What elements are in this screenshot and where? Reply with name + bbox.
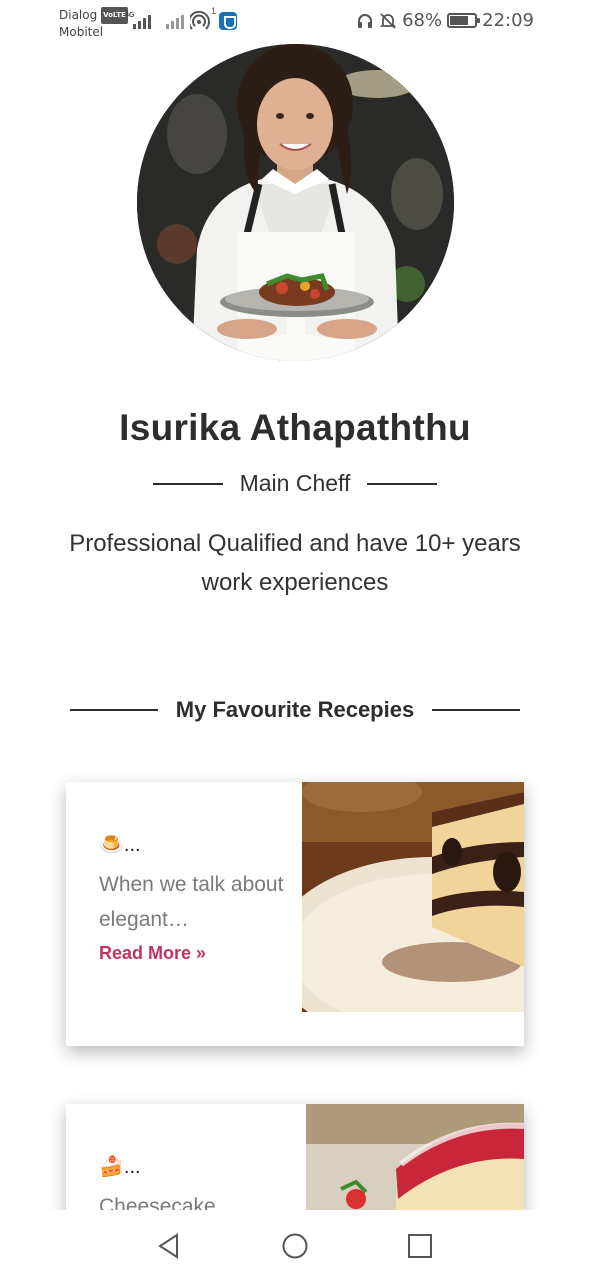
divider-line — [367, 482, 438, 485]
signal-icon — [133, 14, 151, 29]
divider-line — [69, 709, 158, 711]
clock: 22:09 — [482, 10, 534, 31]
status-bar: Dialog VoLTE Mobitel 4G 1 68% 22:09 — [0, 0, 590, 44]
profile-role: Main Cheff — [239, 470, 351, 496]
headphones-icon — [358, 13, 373, 28]
hotspot-count: 1 — [211, 6, 217, 16]
section-header: My Favourite Recepies — [0, 697, 590, 723]
divider-line — [152, 482, 223, 485]
battery-icon — [447, 13, 481, 28]
carrier-2: Mobitel — [59, 25, 104, 39]
signal-2-icon — [166, 14, 184, 29]
read-more-link[interactable]: Read More » — [99, 943, 206, 964]
recipe-card-text: 🍮... When we talk about elegant… Read Mo… — [99, 832, 289, 964]
recipe-emoji: 🍰... — [99, 1156, 141, 1178]
home-icon[interactable] — [281, 1232, 309, 1260]
carrier-1: Dialog — [59, 8, 98, 22]
profile-bio: Professional Qualified and have 10+ year… — [69, 530, 521, 596]
bell-off-icon — [379, 12, 397, 29]
chef-avatar — [137, 44, 454, 361]
system-nav-bar — [0, 1210, 590, 1280]
divider-line — [432, 709, 521, 711]
recipe-emoji: 🍮... — [99, 834, 141, 856]
volte-badge: VoLTE — [101, 7, 128, 24]
profile-name: Isurika Athapaththu — [119, 407, 471, 448]
hotspot-icon — [190, 11, 210, 30]
back-icon[interactable] — [155, 1232, 183, 1260]
role-row: Main Cheff — [0, 470, 590, 497]
carrier-info: Dialog VoLTE Mobitel — [59, 7, 128, 41]
recipe-image[interactable] — [302, 782, 524, 1012]
recipe-card[interactable]: 🍮... When we talk about elegant… Read Mo… — [66, 782, 524, 1046]
recent-apps-icon[interactable] — [406, 1232, 434, 1260]
shield-icon — [219, 12, 237, 30]
section-title: My Favourite Recepies — [175, 697, 415, 722]
recipe-excerpt: When we talk about elegant… — [99, 873, 284, 931]
status-right: 68% 22:09 — [356, 10, 534, 31]
battery-percent: 68% — [402, 10, 443, 31]
